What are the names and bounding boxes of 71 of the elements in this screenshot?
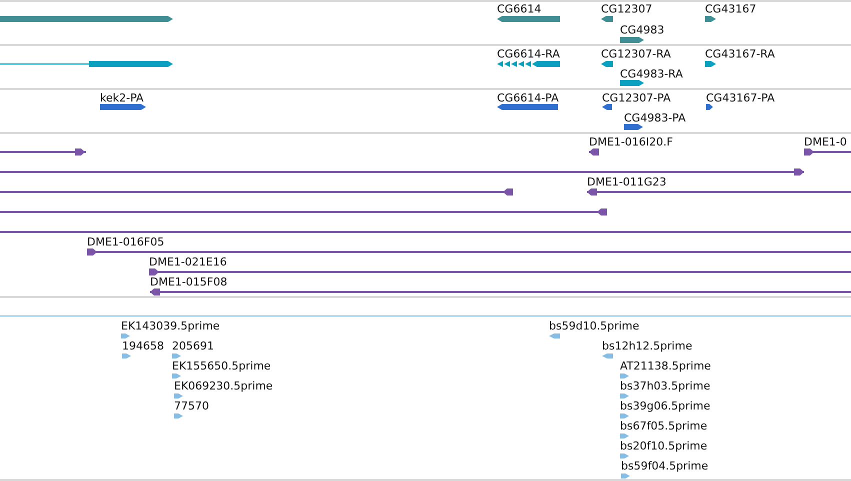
gene-glyph[interactable] [497,104,558,110]
gene-glyph[interactable] [620,37,644,43]
est-glyph[interactable] [174,394,183,398]
transcript-glyph[interactable] [705,61,716,67]
feature-label: CG6614 [497,2,542,16]
est-glyph[interactable] [620,434,629,438]
feature-label: 205691 [172,340,214,352]
feature-label: bs67f05.5prime [620,420,708,432]
feature-label: EK143039.5prime [121,320,220,332]
feature-label: CG12307-PA [602,92,671,104]
gene-glyph[interactable] [705,16,716,22]
est-glyph[interactable] [549,334,560,338]
clone-glyph[interactable] [587,188,851,196]
feature-label: CG43167-PA [706,92,775,104]
gene-glyph[interactable] [497,16,560,22]
feature-label: CG4983 [620,24,664,36]
est-glyph[interactable] [174,414,183,418]
transcript-glyph[interactable] [0,61,173,67]
est-glyph[interactable] [172,354,181,358]
est-glyph[interactable] [621,474,630,478]
feature-label: AT21138.5prime [620,360,711,372]
transcript-glyph[interactable] [620,80,644,86]
feature-label: bs59d10.5prime [549,320,640,332]
clone-glyph[interactable] [149,268,851,276]
feature-label: CG6614-RA [497,48,560,60]
est-glyph[interactable] [122,354,131,358]
transcript-glyph[interactable] [601,61,613,67]
est-glyph[interactable] [121,334,130,338]
feature-label: EK155650.5prime [172,360,271,372]
clone-glyph[interactable] [0,208,607,216]
est-glyph[interactable] [620,414,629,418]
feature-label: 77570 [174,400,209,412]
clone-glyph[interactable] [0,148,86,156]
clone-glyph[interactable] [150,288,851,296]
feature-label: CG4983-PA [624,112,686,124]
gene-glyph[interactable] [601,16,613,22]
feature-label: CG4983-RA [620,68,683,80]
transcript-glyph[interactable] [497,61,560,67]
gene-glyph[interactable] [624,124,643,130]
feature-label: CG12307 [601,2,652,16]
clone-glyph[interactable] [0,168,804,176]
feature-label: bs37h03.5prime [620,380,710,392]
gene-glyph[interactable] [602,104,612,110]
feature-label: 194658 [122,340,164,352]
clone-glyph[interactable] [0,188,513,196]
clone-glyph[interactable] [589,148,599,156]
feature-label: DME1-015F08 [150,276,228,288]
feature-label: DME1-021E16 [149,256,227,268]
gene-glyph[interactable] [706,104,713,110]
feature-label: kek2-PA [100,92,144,104]
feature-label: CG12307-RA [601,48,671,60]
feature-label: DME1-011G23 [587,176,666,188]
feature-label: DME1-0 [804,136,847,148]
feature-label: bs20f10.5prime [620,440,708,452]
feature-label: DME1-016F05 [87,236,164,248]
feature-label: bs39g06.5prime [620,400,710,412]
feature-label: DME1-016I20.F [589,136,673,148]
est-glyph[interactable] [172,374,181,378]
feature-label: EK069230.5prime [174,380,273,392]
est-glyph[interactable] [602,354,613,358]
clone-glyph[interactable] [804,148,851,156]
est-glyph[interactable] [620,374,629,378]
est-glyph[interactable] [620,454,629,458]
feature-label: bs12h12.5prime [602,340,692,352]
feature-label: CG43167-RA [705,48,775,60]
gene-glyph[interactable] [100,104,146,110]
est-glyph[interactable] [620,394,629,398]
feature-label: CG43167 [705,2,756,16]
feature-label: CG6614-PA [497,92,559,104]
clone-glyph[interactable] [87,248,851,256]
feature-label: bs59f04.5prime [621,460,708,472]
